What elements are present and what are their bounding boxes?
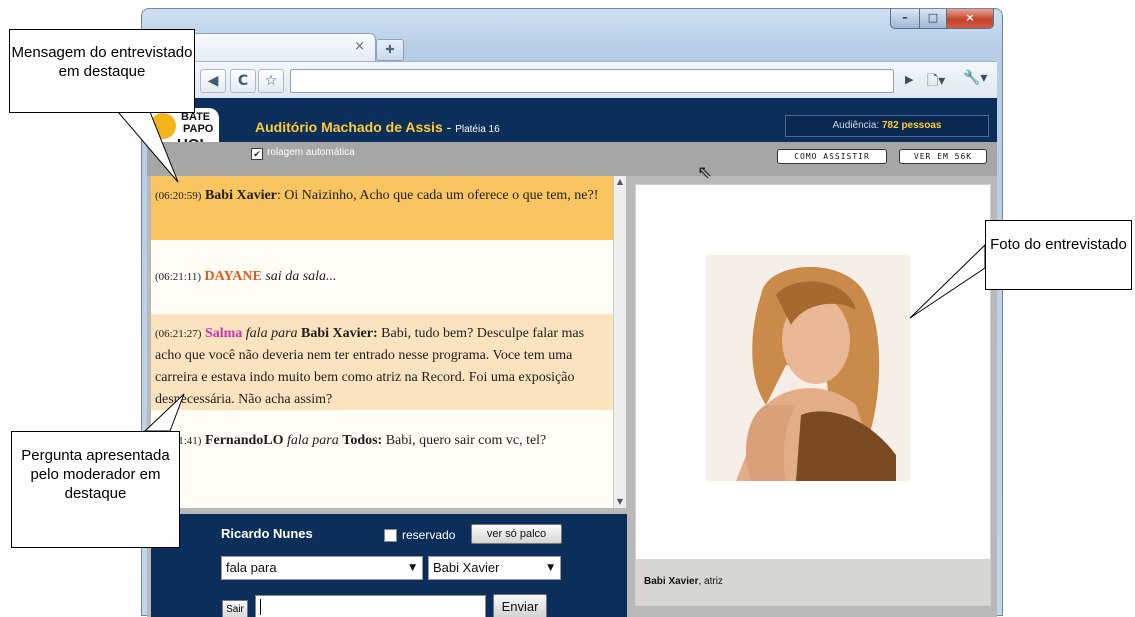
close-button[interactable]: × xyxy=(946,9,994,29)
audience-count: 782 pessoas xyxy=(881,120,942,131)
compose-panel: Ricardo Nunes reservado ver só palco fal… xyxy=(151,514,627,617)
see-56k-button[interactable]: VER EM 56K xyxy=(899,149,987,164)
annotation-highlighted-message: Mensagem do entrevistado em destaque xyxy=(9,29,195,113)
message-user: (06:21:41) FernandoLO fala para Todos: B… xyxy=(155,433,547,448)
reload-icon[interactable]: C xyxy=(230,69,256,93)
address-bar[interactable] xyxy=(290,69,894,93)
text-caret xyxy=(260,599,261,615)
browser-tab[interactable]: × xyxy=(188,33,376,62)
tab-close-icon[interactable]: × xyxy=(354,39,365,54)
exit-button[interactable]: Sair xyxy=(222,600,248,617)
send-button[interactable]: Enviar xyxy=(493,594,547,617)
bookmark-star-icon[interactable]: ☆ xyxy=(258,69,284,93)
message-system: (06:21:11) DAYANE sai da sala... xyxy=(155,269,337,284)
minimize-button[interactable]: – xyxy=(890,9,920,29)
how-to-watch-button[interactable]: COMO ASSISTIR xyxy=(777,149,887,164)
mouse-cursor-icon: ⇖ xyxy=(697,162,713,183)
page-content: BATE PAPO UOL Auditório Machado de Assis… xyxy=(147,98,997,617)
autoscroll-label: rolagem automática xyxy=(267,147,355,158)
back-icon[interactable]: ◀ xyxy=(200,69,226,93)
stage-only-button[interactable]: ver só palco xyxy=(471,524,562,544)
action-select[interactable]: fala para ▼ xyxy=(221,556,423,580)
chat-subheader: ✔ rolagem automática COMO ASSISTIR VER E… xyxy=(147,142,997,176)
current-user-name: Ricardo Nunes xyxy=(221,526,313,541)
reserved-label: reservado xyxy=(402,528,456,542)
scroll-up-icon[interactable]: ▲ xyxy=(614,176,626,188)
scroll-down-icon[interactable]: ▼ xyxy=(614,496,626,508)
audience-counter: Audiência: 782 pessoas xyxy=(785,115,989,137)
logo-line2: PAPO xyxy=(183,123,214,135)
platea-label: Platéia 16 xyxy=(455,124,500,135)
browser-toolbar: ◀ C ☆ ▶ 🗋▾ 🔧▾ xyxy=(147,61,997,98)
interviewee-photo xyxy=(706,255,910,481)
message-input[interactable] xyxy=(255,595,486,617)
message-moderator-question: (06:21:27) Salma fala para Babi Xavier: … xyxy=(151,314,615,410)
reserved-checkbox[interactable] xyxy=(384,529,397,542)
message-interviewee-highlight: (06:20:59) Babi Xavier: Oi Naizinho, Ach… xyxy=(151,176,615,240)
chevron-down-icon: ▼ xyxy=(409,563,416,573)
chevron-down-icon: ▼ xyxy=(547,563,554,573)
page-menu-icon[interactable]: 🗋▾ xyxy=(927,70,945,94)
go-icon[interactable]: ▶ xyxy=(905,73,913,86)
tools-menu-icon[interactable]: 🔧▾ xyxy=(963,70,987,86)
interviewee-photo-panel: Babi Xavier, atriz xyxy=(635,184,991,606)
chat-header: BATE PAPO UOL Auditório Machado de Assis… xyxy=(147,98,997,158)
browser-window: × ✚ – □ × ◀ C ☆ ▶ 🗋▾ 🔧▾ BATE PAPO UOL Au… xyxy=(141,8,1003,617)
annotation-interviewee-photo: Foto do entrevistado xyxy=(985,220,1132,290)
room-title: Auditório Machado de Assis - Platéia 16 xyxy=(255,119,500,135)
new-tab-icon[interactable]: ✚ xyxy=(376,39,404,61)
message-scrollbar[interactable]: ▲ ▼ xyxy=(613,176,626,508)
photo-caption: Babi Xavier, atriz xyxy=(636,559,990,605)
autoscroll-checkbox[interactable]: ✔ xyxy=(251,148,263,160)
message-list: (06:20:59) Babi Xavier: Oi Naizinho, Ach… xyxy=(151,176,623,508)
recipient-select[interactable]: Babi Xavier ▼ xyxy=(428,556,561,580)
maximize-button[interactable]: □ xyxy=(919,9,947,29)
annotation-moderator-question: Pergunta apresentada pelo moderador em d… xyxy=(11,431,180,548)
